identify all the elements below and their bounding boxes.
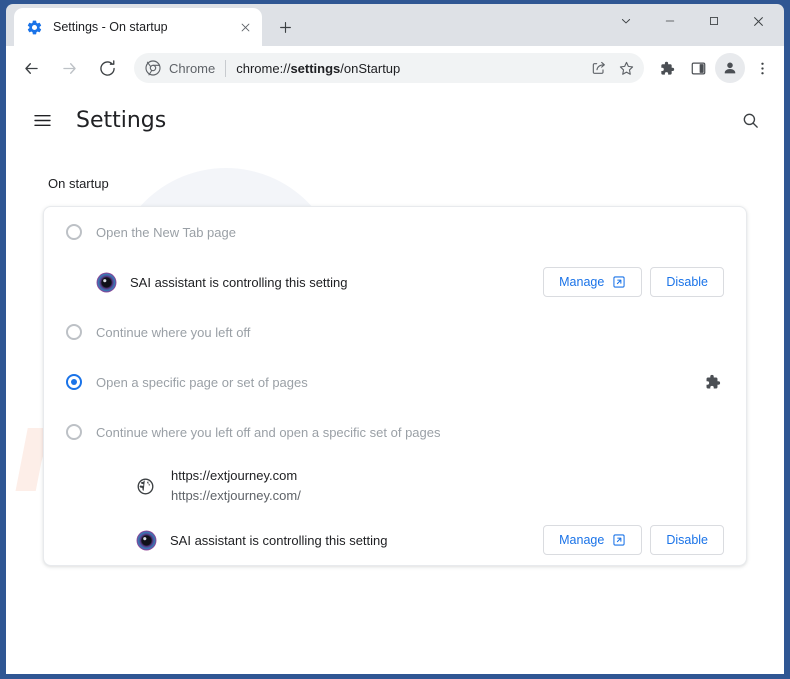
close-tab-icon[interactable] [236, 18, 254, 36]
extension-notice-text: SAI assistant is controlling this settin… [170, 532, 388, 548]
chrome-logo-icon [145, 60, 161, 76]
globe-icon [136, 477, 155, 496]
manage-button-label: Manage [559, 533, 605, 547]
reload-icon[interactable] [91, 52, 123, 84]
tab-title: Settings - On startup [53, 20, 168, 34]
radio-row-new-tab-page[interactable]: Open the New Tab page [44, 207, 746, 257]
startup-page-texts: https://extjourney.com https://extjourne… [171, 467, 301, 504]
window-controls [604, 6, 780, 36]
page-title: Settings [76, 107, 167, 133]
radio-label: Continue where you left off and open a s… [96, 424, 441, 440]
search-icon[interactable] [736, 106, 764, 134]
settings-gear-icon [26, 19, 43, 36]
extension-notice-buttons-2: Manage Disable [543, 525, 724, 555]
startup-page-row[interactable]: https://extjourney.com https://extjourne… [44, 457, 746, 515]
forward-arrow-icon [53, 52, 85, 84]
extension-notice-row-2: SAI assistant is controlling this settin… [44, 515, 746, 565]
startup-page-name: https://extjourney.com [171, 468, 298, 484]
extensions-puzzle-icon[interactable] [651, 53, 681, 83]
tab-strip: Settings - On startup [6, 4, 784, 46]
manage-button-2[interactable]: Manage [543, 525, 643, 555]
radio-row-continue-where-left-off[interactable]: Continue where you left off [44, 307, 746, 357]
radio-row-specific-pages[interactable]: Open a specific page or set of pages [44, 357, 746, 407]
url-text: chrome://settings/onStartup [236, 60, 401, 76]
radio-label: Open the New Tab page [96, 224, 236, 240]
settings-header: Settings [6, 90, 784, 150]
sai-assistant-icon [96, 272, 117, 293]
radio-row-continue-and-specific[interactable]: Continue where you left off and open a s… [44, 407, 746, 457]
external-link-icon [612, 275, 626, 289]
close-window-icon[interactable] [736, 6, 780, 36]
new-tab-button[interactable] [270, 12, 300, 42]
maximize-icon[interactable] [692, 6, 736, 36]
radio-button-continue-and-specific[interactable] [66, 424, 82, 440]
radio-label: Open a specific page or set of pages [96, 374, 308, 390]
browser-window: Settings - On startup Chrome chrome://se… [0, 0, 790, 679]
on-startup-card: Open the New Tab page SAI assistant is c… [43, 206, 747, 566]
minimize-icon[interactable] [648, 6, 692, 36]
browser-toolbar: Chrome chrome://settings/onStartup [6, 46, 784, 90]
section-label: On startup [48, 176, 109, 191]
back-arrow-icon[interactable] [15, 52, 47, 84]
security-chip-label: Chrome [169, 60, 216, 76]
sai-assistant-icon [136, 530, 157, 551]
external-link-icon [612, 533, 626, 547]
disable-button-2[interactable]: Disable [650, 525, 724, 555]
radio-button-new-tab-page[interactable] [66, 224, 82, 240]
radio-label: Continue where you left off [96, 324, 251, 340]
address-bar[interactable]: Chrome chrome://settings/onStartup [134, 53, 644, 83]
star-icon[interactable] [611, 53, 641, 83]
hamburger-menu-icon[interactable] [30, 108, 54, 132]
profile-avatar-icon[interactable] [715, 53, 745, 83]
disable-button-1[interactable]: Disable [650, 267, 724, 297]
manage-button-label: Manage [559, 275, 605, 289]
disable-button-label: Disable [666, 533, 708, 547]
extension-badge-puzzle-icon [700, 370, 724, 394]
extension-notice-buttons-1: Manage Disable [543, 267, 724, 297]
chevron-down-icon[interactable] [604, 6, 648, 36]
settings-page: PC risk.com Settings On startup [6, 90, 784, 674]
browser-tab[interactable]: Settings - On startup [14, 8, 262, 46]
manage-button-1[interactable]: Manage [543, 267, 643, 297]
radio-button-specific-pages[interactable] [66, 374, 82, 390]
radio-button-continue-where-left-off[interactable] [66, 324, 82, 340]
side-panel-icon[interactable] [683, 53, 713, 83]
share-icon[interactable] [584, 53, 614, 83]
three-dot-menu-icon[interactable] [747, 53, 777, 83]
extension-notice-text: SAI assistant is controlling this settin… [130, 274, 348, 290]
startup-page-url: https://extjourney.com/ [171, 488, 301, 503]
omnibox-divider [225, 59, 227, 77]
disable-button-label: Disable [666, 275, 708, 289]
extension-notice-row-1: SAI assistant is controlling this settin… [44, 257, 746, 307]
